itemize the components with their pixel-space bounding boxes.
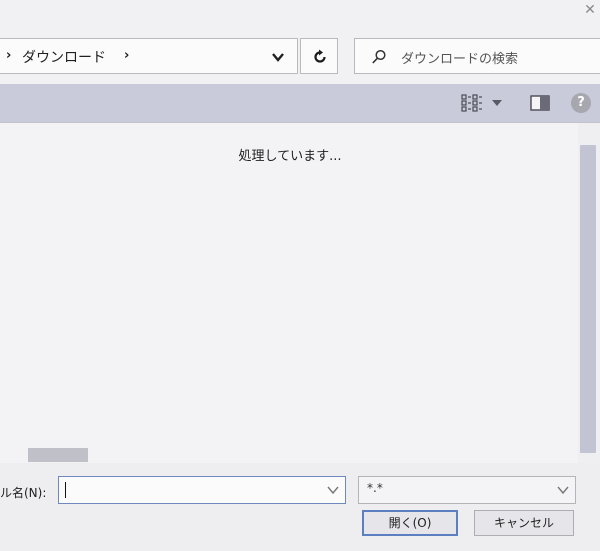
- search-input[interactable]: ダウンロードの検索: [354, 38, 600, 74]
- view-toggle-icon[interactable]: [461, 94, 483, 112]
- chevron-down-icon[interactable]: [327, 485, 339, 495]
- breadcrumb-downloads[interactable]: ダウンロード: [22, 47, 106, 67]
- file-list-area[interactable]: 処理しています...: [0, 123, 600, 463]
- file-open-dialog: ✕ › ダウンロード › ダウンロードの検索 ? 処理しています... ル名(N…: [0, 0, 600, 551]
- address-bar[interactable]: › ダウンロード ›: [0, 38, 298, 74]
- filename-field[interactable]: [58, 476, 346, 504]
- breadcrumb-separator[interactable]: ›: [124, 48, 129, 63]
- close-icon[interactable]: ✕: [582, 2, 598, 18]
- chevron-down-icon[interactable]: [557, 485, 569, 495]
- open-button[interactable]: 開く(O): [362, 510, 458, 536]
- vertical-scrollbar-thumb[interactable]: [580, 145, 596, 453]
- preview-pane-icon[interactable]: [530, 95, 550, 111]
- file-type-select[interactable]: *.*: [358, 476, 576, 504]
- chevron-down-icon[interactable]: [270, 49, 286, 65]
- refresh-button[interactable]: [300, 38, 338, 74]
- horizontal-scrollbar-thumb[interactable]: [28, 448, 88, 462]
- search-icon: [372, 49, 386, 64]
- breadcrumb-separator[interactable]: ›: [6, 48, 11, 63]
- search-placeholder: ダウンロードの検索: [401, 52, 519, 67]
- help-icon[interactable]: ?: [571, 93, 591, 113]
- file-type-value: *.*: [367, 481, 383, 495]
- command-toolbar: ?: [0, 84, 600, 123]
- refresh-icon: [314, 49, 326, 63]
- filename-label: ル名(N):: [0, 486, 47, 500]
- chevron-down-icon[interactable]: [491, 99, 503, 107]
- text-caret: [65, 482, 66, 498]
- cancel-button[interactable]: キャンセル: [474, 510, 574, 536]
- processing-status: 処理しています...: [238, 149, 342, 164]
